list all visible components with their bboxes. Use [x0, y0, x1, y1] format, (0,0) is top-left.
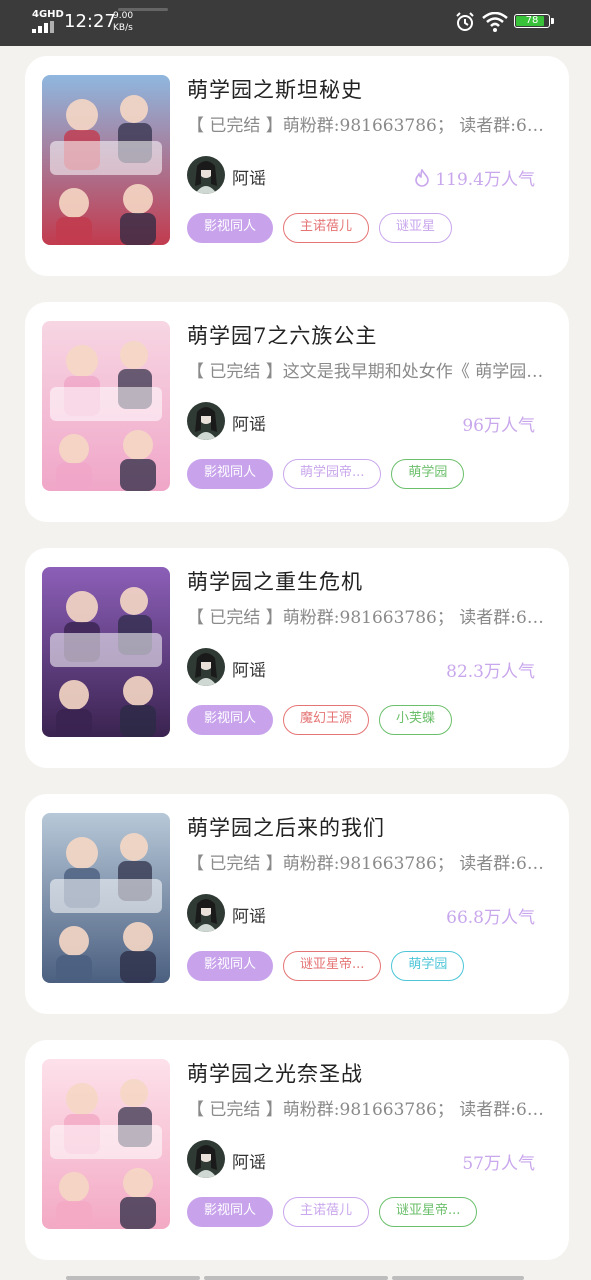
book-cover-image[interactable] [42, 321, 170, 491]
book-description: 【 已完结 】萌粉群:981663786； 读者群:68184… [187, 854, 551, 874]
popularity-value: 82.3万人气 [446, 662, 535, 682]
speed-value: 9.00 [113, 11, 134, 21]
tag-chip[interactable]: 主诺蓓儿 [283, 1197, 370, 1227]
tag-chip[interactable]: 萌学园帝... [283, 459, 382, 489]
author-name[interactable]: 阿谣 [232, 164, 266, 189]
popularity-value: 96万人气 [462, 416, 535, 436]
book-card[interactable]: 萌学园之后来的我们 【 已完结 】萌粉群:981663786； 读者群:6818… [25, 794, 569, 1014]
book-description: 【 已完结 】萌粉群:981663786； 读者群:68184… [187, 608, 551, 628]
author-avatar[interactable] [187, 648, 225, 686]
book-title[interactable]: 萌学园之重生危机 [187, 566, 363, 596]
tag-list: 影视同人 主诺蓓儿 谜亚星 [187, 213, 462, 243]
tag-chip[interactable]: 萌学园 [391, 459, 465, 489]
popularity-value: 119.4万人气 [435, 170, 535, 190]
popularity-value: 66.8万人气 [446, 908, 535, 928]
author-avatar[interactable] [187, 402, 225, 440]
popularity: 57万人气 [462, 1149, 535, 1174]
book-description: 【 已完结 】这文是我早期和处女作《 萌学园… [187, 362, 544, 382]
tag-list: 影视同人 魔幻王源 小芙蝶 [187, 705, 462, 735]
popularity: 66.8万人气 [446, 903, 535, 928]
book-cover-image[interactable] [42, 567, 170, 737]
status-bar: 4GHD 12:27 9.00 KB/s 78 [0, 0, 591, 46]
book-title[interactable]: 萌学园之后来的我们 [187, 812, 385, 842]
author-name[interactable]: 阿谣 [232, 410, 266, 435]
book-description: 【 已完结 】萌粉群:981663786； 读者群:68184… [187, 116, 551, 136]
battery-level: 78 [525, 15, 539, 26]
book-cover-image[interactable] [42, 813, 170, 983]
battery-icon: 78 [514, 14, 554, 30]
tag-chip[interactable]: 主诺蓓儿 [283, 213, 370, 243]
book-card[interactable]: 萌学园之斯坦秘史 【 已完结 】萌粉群:981663786； 读者群:68184… [25, 56, 569, 276]
author-avatar[interactable] [187, 894, 225, 932]
popularity: 96万人气 [462, 411, 535, 436]
book-description: 【 已完结 】萌粉群:981663786； 读者群:68184… [187, 1100, 551, 1120]
book-card[interactable]: 萌学园之重生危机 【 已完结 】萌粉群:981663786； 读者群:68184… [25, 548, 569, 768]
author-name[interactable]: 阿谣 [232, 656, 266, 681]
tag-chip[interactable]: 影视同人 [187, 951, 274, 981]
book-title[interactable]: 萌学园之光奈圣战 [187, 1058, 363, 1088]
tag-chip[interactable]: 影视同人 [187, 213, 274, 243]
flame-icon [415, 169, 430, 187]
tag-chip[interactable]: 影视同人 [187, 459, 274, 489]
tag-chip[interactable]: 小芙蝶 [379, 705, 453, 735]
clock: 12:27 [64, 11, 116, 32]
book-card[interactable]: 萌学园之光奈圣战 【 已完结 】萌粉群:981663786； 读者群:68184… [25, 1040, 569, 1260]
speed-unit: KB/s [113, 23, 133, 33]
network-type: 4GHD [32, 9, 64, 20]
tag-list: 影视同人 主诺蓓儿 谜亚星帝... [187, 1197, 487, 1227]
book-title[interactable]: 萌学园之斯坦秘史 [187, 74, 363, 104]
popularity: 119.4万人气 [415, 165, 535, 190]
tag-list: 影视同人 萌学园帝... 萌学园 [187, 459, 474, 489]
author-avatar[interactable] [187, 1140, 225, 1178]
tag-chip[interactable]: 萌学园 [391, 951, 465, 981]
network-speed: 9.00 KB/s [113, 10, 133, 34]
author-name[interactable]: 阿谣 [232, 1148, 266, 1173]
tag-chip[interactable]: 魔幻王源 [283, 705, 370, 735]
scroll-indicator [0, 1274, 591, 1280]
alarm-icon [456, 12, 474, 31]
tag-chip[interactable]: 谜亚星 [379, 213, 453, 243]
book-cover-image[interactable] [42, 1059, 170, 1229]
book-card[interactable]: 萌学园7之六族公主 【 已完结 】这文是我早期和处女作《 萌学园… 阿谣 96万… [25, 302, 569, 522]
book-title[interactable]: 萌学园7之六族公主 [187, 320, 377, 350]
tag-chip[interactable]: 影视同人 [187, 1197, 274, 1227]
wifi-icon [482, 12, 508, 32]
tag-chip[interactable]: 谜亚星帝... [283, 951, 382, 981]
popularity-value: 57万人气 [462, 1154, 535, 1174]
signal-icon [32, 21, 56, 33]
author-avatar[interactable] [187, 156, 225, 194]
book-cover-image[interactable] [42, 75, 170, 245]
tag-list: 影视同人 谜亚星帝... 萌学园 [187, 951, 474, 981]
author-name[interactable]: 阿谣 [232, 902, 266, 927]
popularity: 82.3万人气 [446, 657, 535, 682]
tag-chip[interactable]: 影视同人 [187, 705, 274, 735]
tag-chip[interactable]: 谜亚星帝... [379, 1197, 478, 1227]
